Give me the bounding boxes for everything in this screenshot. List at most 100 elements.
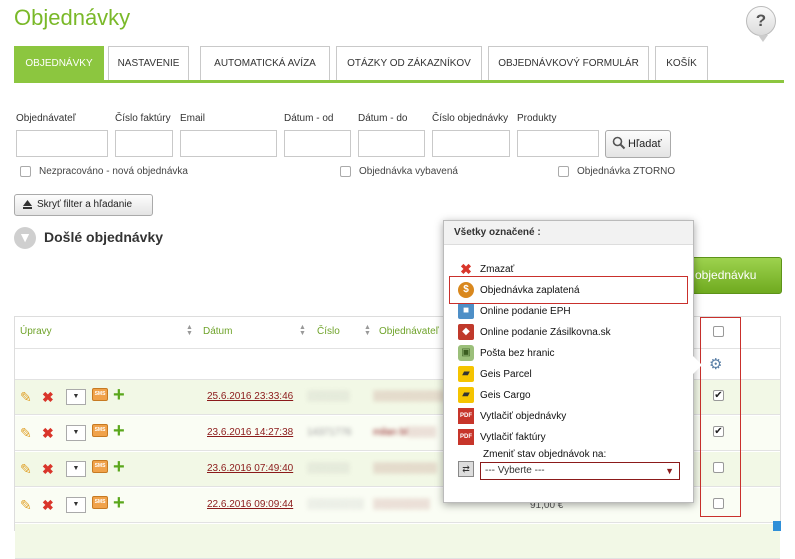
filter-input-objednavatel[interactable] (16, 130, 108, 157)
filter-label-email: Email (180, 113, 206, 124)
order-customer[interactable]: ░░░░░░░░ (373, 499, 430, 510)
highlight-box (449, 276, 688, 304)
checkbox-nezpracovano[interactable]: Nezpracováno - nová objednávka (20, 166, 188, 177)
add-plus-icon[interactable]: + (113, 385, 125, 405)
checkbox-box[interactable] (558, 166, 569, 177)
bulk-action-eph[interactable]: ■ Online podanie EPH (458, 302, 688, 322)
filter-input-datum-od[interactable] (284, 130, 351, 157)
help-button[interactable]: ? (746, 6, 776, 42)
tab-nastavenie[interactable]: NASTAVENIE (108, 46, 189, 80)
gear-icon[interactable]: ⚙ (709, 355, 722, 373)
sms-icon[interactable]: SMS (92, 388, 108, 401)
row-select-checkbox[interactable] (713, 498, 724, 509)
edit-pencil-icon[interactable]: ✎ (20, 390, 32, 404)
bulk-action-geis-parcel[interactable]: ▰ Geis Parcel (458, 365, 688, 385)
row-select-checkbox[interactable]: ✔ (713, 426, 724, 437)
change-status-label: Zmeniť stav objednávok na: (483, 449, 607, 460)
filter-label-cislo-faktury: Číslo faktúry (115, 113, 171, 124)
delete-x-icon[interactable]: ✖ (42, 426, 54, 440)
row-dropdown-button[interactable]: ▼ (66, 389, 86, 405)
section-title: Došlé objednávky (44, 229, 164, 245)
hide-filter-button[interactable]: Skryť filter a hľadanie (14, 194, 153, 216)
column-header-customer[interactable]: Objednávateľ (379, 326, 439, 337)
bulk-action-zasilkovna[interactable]: ◆ Online podanie Zásilkovna.sk (458, 323, 688, 343)
checkbox-label: Objednávka vybavená (359, 166, 458, 178)
order-date-link[interactable]: 23.6.2016 07:49:40 (207, 463, 293, 474)
row-dropdown-button[interactable]: ▼ (66, 497, 86, 513)
delete-x-icon[interactable]: ✖ (42, 462, 54, 476)
geis-icon: ▰ (458, 366, 474, 383)
add-plus-icon[interactable]: + (113, 421, 125, 441)
edit-pencil-icon[interactable]: ✎ (20, 462, 32, 476)
sms-icon[interactable]: SMS (92, 424, 108, 437)
row-dropdown-button[interactable]: ▼ (66, 425, 86, 441)
checkbox-ztorno[interactable]: Objednávka ZTORNO (558, 166, 675, 177)
sort-icon[interactable]: ▲ ▼ (364, 324, 371, 337)
checkbox-box[interactable] (340, 166, 351, 177)
tab-objednavkovy-formular[interactable]: OBJEDNÁVKOVÝ FORMULÁR (488, 46, 649, 80)
checkbox-vybavena[interactable]: Objednávka vybavená (340, 166, 458, 177)
filter-label-datum-do: Dátum - do (358, 113, 408, 124)
select-all-checkbox[interactable] (713, 326, 724, 337)
checkbox-label: Nezpracováno - nová objednávka (39, 166, 188, 178)
bulk-action-print-orders[interactable]: PDF Vytlačiť objednávky (458, 407, 688, 427)
bulk-action-label: Geis Cargo (480, 390, 531, 401)
search-button-label: Hľadať (628, 138, 662, 150)
delete-x-icon[interactable]: ✖ (42, 390, 54, 404)
tab-underline (14, 80, 784, 83)
row-select-checkbox[interactable]: ✔ (713, 390, 724, 401)
filter-label-cislo-objednavky: Číslo objednávky (432, 113, 509, 124)
order-number: 14371776 (307, 427, 352, 438)
row-select-checkbox[interactable] (713, 462, 724, 473)
tab-kosik[interactable]: KOŠÍK (655, 46, 708, 80)
package-icon: ▣ (458, 345, 474, 362)
filter-label-produkty: Produkty (517, 113, 557, 124)
scrollbar-thumb[interactable] (773, 521, 781, 531)
collapse-arrow-icon (23, 200, 32, 209)
bulk-action-label: Vytlačiť faktúry (480, 432, 546, 443)
filter-input-cislo-objednavky[interactable] (432, 130, 510, 157)
order-date-link[interactable]: 25.6.2016 23:33:46 (207, 391, 293, 402)
order-customer[interactable]: ░░░░░░░░░░ (373, 391, 444, 402)
search-button[interactable]: Hľadať (605, 130, 671, 158)
row-dropdown-button[interactable]: ▼ (66, 461, 86, 477)
tab-automaticka-aviza[interactable]: AUTOMATICKÁ AVÍZA (200, 46, 330, 80)
order-customer[interactable]: milan bl░░░░ (373, 427, 436, 438)
sort-icon[interactable]: ▲ ▼ (299, 324, 306, 337)
bulk-action-posta[interactable]: ▣ Pošta bez hranic (458, 344, 688, 364)
selection-column-highlight (700, 317, 741, 517)
edit-pencil-icon[interactable]: ✎ (20, 498, 32, 512)
sort-icon[interactable]: ▲ ▼ (186, 324, 193, 337)
status-select[interactable]: --- Vyberte --- ▼ (480, 462, 680, 480)
bulk-action-geis-cargo[interactable]: ▰ Geis Cargo (458, 386, 688, 406)
tab-otazky[interactable]: OTÁZKY OD ZÁKAZNÍKOV (336, 46, 482, 80)
filter-input-cislo-faktury[interactable] (115, 130, 173, 157)
order-customer[interactable]: ░░░░░░░░░ (373, 463, 437, 474)
order-date-link[interactable]: 23.6.2016 14:27:38 (207, 427, 293, 438)
sms-icon[interactable]: SMS (92, 496, 108, 509)
bulk-action-label: Online podanie Zásilkovna.sk (480, 327, 611, 338)
filter-input-email[interactable] (180, 130, 277, 157)
bulk-action-print-invoices[interactable]: PDF Vytlačiť faktúry (458, 428, 688, 448)
add-plus-icon[interactable]: + (113, 493, 125, 513)
edit-pencil-icon[interactable]: ✎ (20, 426, 32, 440)
filter-input-datum-do[interactable] (358, 130, 425, 157)
column-header-number[interactable]: Číslo (317, 326, 340, 337)
order-date-link[interactable]: 22.6.2016 09:09:44 (207, 499, 293, 510)
column-header-date[interactable]: Dátum (203, 326, 232, 337)
pdf-icon: PDF (458, 408, 474, 425)
order-number: ░░░░░░░░ (307, 499, 364, 510)
add-plus-icon[interactable]: + (113, 457, 125, 477)
sms-icon[interactable]: SMS (92, 460, 108, 473)
filter-input-produkty[interactable] (517, 130, 599, 157)
page-title: Objednávky (14, 5, 131, 30)
bulk-action-label: Geis Parcel (480, 369, 532, 380)
tab-objednavky[interactable]: OBJEDNÁVKY (14, 46, 104, 80)
bulk-action-label: Online podanie EPH (480, 306, 571, 317)
search-icon (612, 136, 626, 150)
checkbox-box[interactable] (20, 166, 31, 177)
chevron-down-icon: ▼ (665, 466, 674, 476)
filter-label-objednavatel: Objednávateľ (16, 113, 76, 124)
delete-x-icon[interactable]: ✖ (42, 498, 54, 512)
bulk-action-label: Zmazať (480, 264, 515, 275)
